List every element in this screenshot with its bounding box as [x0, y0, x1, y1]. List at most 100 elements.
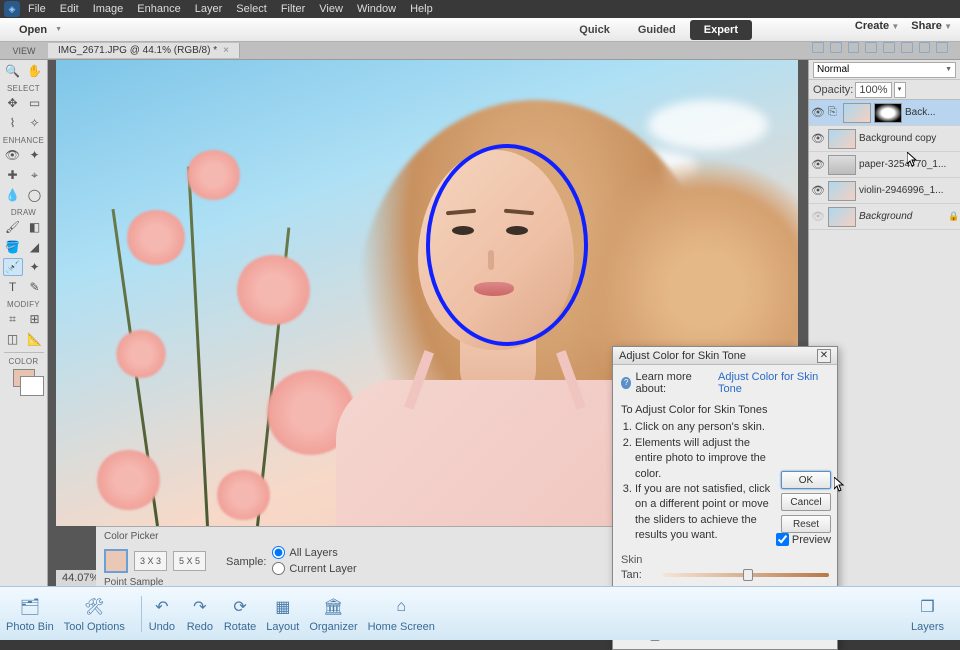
hand-tool-icon[interactable]: ✋	[25, 62, 45, 80]
menu-layer[interactable]: Layer	[195, 3, 223, 15]
layer-name[interactable]: paper-3254770_1...	[859, 159, 958, 170]
dialog-heading: To Adjust Color for Skin Tones	[621, 403, 771, 418]
document-tab[interactable]: IMG_2671.JPG @ 44.1% (RGB/8) *	[48, 43, 240, 58]
menu-file[interactable]: File	[28, 3, 46, 15]
straighten-tool-icon[interactable]: 📐	[25, 330, 45, 348]
panel-icon[interactable]	[848, 42, 860, 53]
mode-tabs: Quick Guided Expert	[565, 20, 752, 40]
redeye-tool-icon[interactable]: 👁	[3, 146, 23, 164]
home-icon: ⌂	[387, 594, 415, 620]
ok-button[interactable]: OK	[781, 471, 831, 489]
sample-color-swatch[interactable]	[104, 549, 128, 573]
lasso-tool-icon[interactable]: ⌇	[3, 114, 23, 132]
organizer-button[interactable]: 🏛Organizer	[309, 594, 357, 633]
menu-enhance[interactable]: Enhance	[137, 3, 180, 15]
fill-tool-icon[interactable]: 🪣	[3, 238, 23, 256]
open-dropdown[interactable]: Open	[8, 21, 73, 39]
menu-filter[interactable]: Filter	[281, 3, 305, 15]
sample-5x5-button[interactable]: 5 X 5	[173, 551, 206, 571]
menu-help[interactable]: Help	[410, 3, 433, 15]
learn-more-link[interactable]: Adjust Color for Skin Tone	[718, 371, 829, 395]
link-icon[interactable]: ⎘	[828, 106, 840, 119]
layout-button[interactable]: ▦Layout	[266, 594, 299, 633]
menu-window[interactable]: Window	[357, 3, 396, 15]
visibility-toggle-icon[interactable]: 👁	[811, 106, 825, 119]
tan-slider[interactable]	[663, 573, 829, 577]
blur-tool-icon[interactable]: 💧	[3, 186, 23, 204]
panel-icon[interactable]	[883, 42, 895, 53]
brush-tool-icon[interactable]: 🖌	[3, 218, 23, 236]
eraser-tool-icon[interactable]: ◧	[25, 218, 45, 236]
clone-tool-icon[interactable]: ⌖	[25, 166, 45, 184]
layer-name[interactable]: Background	[859, 211, 945, 222]
layer-name[interactable]: violin-2946996_1...	[859, 185, 958, 196]
marquee-tool-icon[interactable]: ▭	[25, 94, 45, 112]
tool-options-button[interactable]: 🛠Tool Options	[64, 594, 125, 633]
opacity-input[interactable]: 100%	[855, 82, 891, 98]
healing-tool-icon[interactable]: ✚	[3, 166, 23, 184]
layer-row[interactable]: 👁 Background 🔒	[809, 204, 960, 230]
sponge-tool-icon[interactable]: ◯	[25, 186, 45, 204]
visibility-toggle-icon[interactable]: 👁	[811, 158, 825, 171]
instruction-step: If you are not satisfied, click on a dif…	[635, 482, 771, 544]
preview-checkbox[interactable]: Preview	[776, 533, 831, 546]
photo-bin-icon: 🗂	[16, 594, 44, 620]
shape-tool-icon[interactable]: ✦	[25, 258, 45, 276]
whiten-tool-icon[interactable]: ✦	[25, 146, 45, 164]
mode-expert[interactable]: Expert	[690, 20, 752, 40]
cancel-button[interactable]: Cancel	[781, 493, 831, 511]
panel-icon[interactable]	[936, 42, 948, 53]
menu-select[interactable]: Select	[236, 3, 267, 15]
panel-icon[interactable]	[901, 42, 913, 53]
crop-tool-icon[interactable]: ⌗	[3, 310, 23, 328]
menu-view[interactable]: View	[319, 3, 343, 15]
layer-mask-thumb[interactable]	[874, 103, 902, 123]
layer-row[interactable]: 👁 violin-2946996_1...	[809, 178, 960, 204]
dialog-titlebar[interactable]: Adjust Color for Skin Tone ✕	[613, 347, 837, 365]
pencil-tool-icon[interactable]: ✎	[25, 278, 45, 296]
selection-ellipse	[426, 144, 588, 346]
eyedropper-tool-icon[interactable]: 💉	[3, 258, 23, 276]
share-dropdown[interactable]: Share	[911, 20, 952, 32]
close-icon[interactable]: ✕	[817, 349, 831, 363]
content-tool-icon[interactable]: ◫	[3, 330, 23, 348]
sample-all-layers-radio[interactable]: All Layers	[272, 546, 356, 559]
text-tool-icon[interactable]: T	[3, 278, 23, 296]
layer-row[interactable]: 👁 paper-3254770_1...	[809, 152, 960, 178]
rotate-button[interactable]: ⟳Rotate	[224, 594, 256, 633]
sample-current-layer-radio[interactable]: Current Layer	[272, 562, 356, 575]
blend-mode-select[interactable]: Normal	[813, 62, 956, 78]
panel-icon[interactable]	[865, 42, 877, 53]
recompose-tool-icon[interactable]: ⊞	[25, 310, 45, 328]
home-screen-button[interactable]: ⌂Home Screen	[368, 594, 435, 633]
move-tool-icon[interactable]: ✥	[3, 94, 23, 112]
mode-guided[interactable]: Guided	[624, 20, 690, 40]
menu-edit[interactable]: Edit	[60, 3, 79, 15]
color-swatch[interactable]	[13, 369, 35, 387]
visibility-toggle-icon[interactable]: 👁	[811, 210, 825, 223]
layer-row[interactable]: 👁 Background copy	[809, 126, 960, 152]
undo-button[interactable]: ↶Undo	[148, 594, 176, 633]
visibility-toggle-icon[interactable]: 👁	[811, 184, 825, 197]
menu-image[interactable]: Image	[93, 3, 124, 15]
color-group-label: COLOR	[9, 357, 39, 366]
layer-name[interactable]: Background copy	[859, 133, 958, 144]
zoom-tool-icon[interactable]: 🔍	[3, 62, 23, 80]
layer-name[interactable]: Back...	[905, 107, 958, 118]
wand-tool-icon[interactable]: ✧	[25, 114, 45, 132]
redo-button[interactable]: ↷Redo	[186, 594, 214, 633]
opacity-stepper-icon[interactable]: ▾	[894, 82, 906, 98]
reset-button[interactable]: Reset	[781, 515, 831, 533]
sample-3x3-button[interactable]: 3 X 3	[134, 551, 167, 571]
gradient-tool-icon[interactable]: ◢	[25, 238, 45, 256]
layers-button[interactable]: ❒Layers	[911, 594, 944, 633]
panel-icon[interactable]	[919, 42, 931, 53]
create-dropdown[interactable]: Create	[855, 20, 899, 32]
toolbox-divider	[4, 352, 44, 353]
panel-icon[interactable]	[812, 42, 824, 53]
layer-row[interactable]: 👁 ⎘ Back...	[809, 100, 960, 126]
photo-bin-button[interactable]: 🗂Photo Bin	[6, 594, 54, 633]
panel-icon[interactable]	[830, 42, 842, 53]
visibility-toggle-icon[interactable]: 👁	[811, 132, 825, 145]
mode-quick[interactable]: Quick	[565, 20, 624, 40]
